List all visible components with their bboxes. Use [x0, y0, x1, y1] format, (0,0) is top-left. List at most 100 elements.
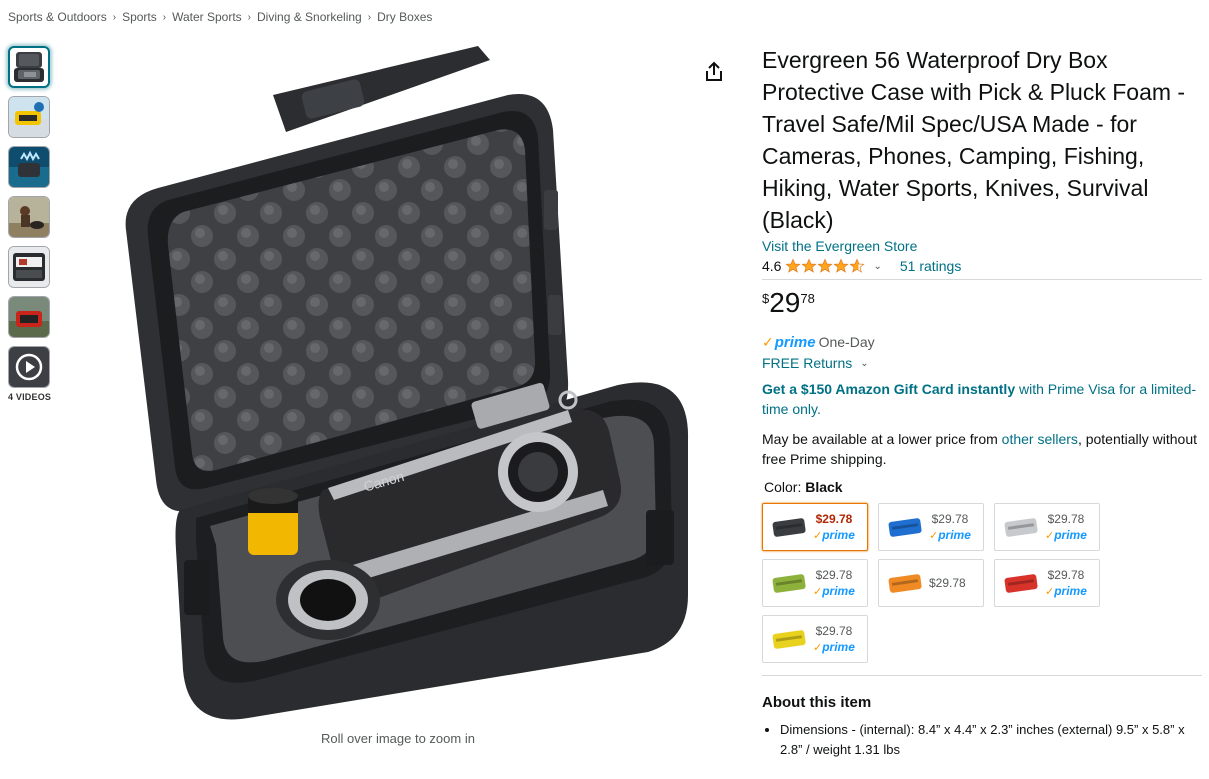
about-bullet: Dimensions - (internal): 8.4” x 4.4” x 2… [780, 720, 1204, 760]
color-swatch-orange[interactable]: $29.78 [878, 559, 984, 607]
color-swatch-red[interactable]: $29.78 ✓prime [994, 559, 1100, 607]
prime-check-icon: ✓ [1045, 530, 1055, 542]
swatch-price: $29.78 [815, 568, 853, 582]
dry-box-case-image: Canon [125, 46, 689, 720]
swatch-price: $29.78 [929, 576, 966, 590]
prime-check-icon: ✓ [813, 530, 823, 542]
store-link[interactable]: Visit the Evergreen Store [762, 238, 1204, 254]
prime-word: prime [1054, 584, 1087, 598]
case-swatch-icon [772, 630, 806, 649]
prime-word: prime [822, 640, 855, 654]
swatch-prime-badge: ✓prime [1045, 584, 1087, 598]
swatch-info: $29.78 ✓prime [1045, 568, 1087, 598]
thumbnail-case-in-water[interactable] [8, 146, 50, 188]
star-icon [801, 258, 817, 273]
product-info: Evergreen 56 Waterproof Dry Box Protecti… [762, 44, 1204, 760]
swatch-info: $29.78 ✓prime [813, 568, 855, 598]
prime-check-icon: ✓ [1045, 586, 1055, 598]
star-icon [785, 258, 801, 273]
rating-value: 4.6 [762, 258, 782, 274]
prime-word: prime [822, 584, 855, 598]
swatch-prime-badge: ✓prime [929, 528, 971, 542]
swatch-prime-badge: ✓prime [813, 528, 855, 542]
prime-suffix: One-Day [818, 334, 875, 350]
color-swatches: $29.78 ✓prime $29.78 ✓prime $29.78 ✓prime $29.… [762, 503, 1204, 663]
chevron-down-icon[interactable]: ⌄ [873, 261, 881, 272]
prime-check-icon: ✓ [813, 642, 823, 654]
breadcrumb-water-sports[interactable]: Water Sports [172, 10, 242, 24]
thumbnail-person-with-dog[interactable] [8, 196, 50, 238]
product-title: Evergreen 56 Waterproof Dry Box Protecti… [762, 47, 1186, 233]
contents-thumbnail-image [9, 247, 49, 287]
thumbnail-case-on-boat[interactable] [8, 96, 50, 138]
prime-logo: ✓ prime [762, 333, 816, 351]
color-swatch-clear[interactable]: $29.78 ✓prime [994, 503, 1100, 551]
color-value: Black [805, 479, 843, 495]
breadcrumb-sports[interactable]: Sports [122, 10, 157, 24]
prime-word: prime [938, 528, 971, 542]
gift-card-offer[interactable]: Get a $150 Amazon Gift Card instantly wi… [762, 379, 1204, 419]
swatch-price: $29.78 [931, 512, 969, 526]
case-swatch-icon [888, 518, 922, 537]
other-sellers-note: May be available at a lower price from o… [762, 431, 1198, 467]
play-icon [9, 347, 49, 387]
breadcrumb-sports-outdoors[interactable]: Sports & Outdoors [8, 10, 107, 24]
breadcrumb-separator: › [112, 11, 117, 23]
breadcrumb-separator: › [162, 11, 167, 23]
water-thumbnail-image [9, 147, 49, 187]
price-fraction: 78 [800, 291, 815, 306]
color-swatch-black[interactable]: $29.78 ✓prime [762, 503, 868, 551]
thumbnail-video[interactable] [8, 346, 50, 388]
case-swatch-icon [1004, 574, 1038, 593]
prime-check-icon: ✓ [762, 333, 774, 350]
swatch-price: $29.78 [1047, 512, 1085, 526]
swatch-price: $29.78 [1047, 568, 1085, 582]
thumbnail-case-open-black[interactable] [8, 46, 50, 88]
price-symbol: $ [762, 291, 770, 306]
case-swatch-icon [1004, 518, 1038, 537]
swatch-info: $29.78 [929, 576, 966, 590]
half-star-icon [849, 258, 865, 273]
swatch-prime-badge: ✓prime [813, 584, 855, 598]
boat-thumbnail-image [9, 97, 49, 137]
other-sellers-link[interactable]: other sellers [1002, 431, 1078, 447]
color-swatch-blue[interactable]: $29.78 ✓prime [878, 503, 984, 551]
swatch-prime-badge: ✓prime [813, 640, 855, 654]
prime-check-icon: ✓ [813, 586, 823, 598]
color-swatch-yellow[interactable]: $29.78 ✓prime [762, 615, 868, 663]
thumbnail-case-red-outdoor[interactable] [8, 296, 50, 338]
swatch-info: $29.78 ✓prime [813, 512, 855, 542]
price-whole: 29 [769, 287, 801, 318]
about-title: About this item [762, 694, 872, 711]
swatch-info: $29.78 ✓prime [813, 624, 855, 654]
videos-count-label: 4 VIDEOS [8, 392, 52, 402]
swatch-prime-badge: ✓prime [1045, 528, 1087, 542]
divider [762, 675, 1202, 676]
thumbnail-gallery: 4 VIDEOS [8, 46, 52, 402]
prime-word: prime [1054, 528, 1087, 542]
case-swatch-icon [772, 574, 806, 593]
dog-thumbnail-image [9, 197, 49, 237]
swatch-info: $29.78 ✓prime [929, 512, 971, 542]
gift-card-offer-bold: Get a $150 Amazon Gift Card instantly [762, 381, 1016, 397]
prime-delivery: ✓ prime One-Day [762, 333, 1204, 351]
breadcrumb-dry-boxes[interactable]: Dry Boxes [377, 10, 432, 24]
prime-check-icon: ✓ [929, 530, 939, 542]
breadcrumb-separator: › [367, 11, 372, 23]
free-returns-link[interactable]: FREE Returns ⌄ [762, 355, 1204, 371]
main-product-image[interactable]: Canon [98, 40, 698, 720]
swatch-price: $29.78 [815, 512, 853, 526]
prime-word: prime [822, 528, 855, 542]
breadcrumb-diving-snorkeling[interactable]: Diving & Snorkeling [257, 10, 362, 24]
thumbnail-case-contents[interactable] [8, 246, 50, 288]
star-rating[interactable] [785, 258, 865, 274]
case-thumbnail-image [14, 52, 44, 82]
price: $ 29 78 [762, 288, 1204, 322]
color-swatch-olive[interactable]: $29.78 ✓prime [762, 559, 868, 607]
share-icon[interactable] [703, 60, 725, 84]
breadcrumb-separator: › [247, 11, 252, 23]
about-bullets: Dimensions - (internal): 8.4” x 4.4” x 2… [762, 720, 1204, 760]
swatch-price: $29.78 [815, 624, 853, 638]
ratings-count-link[interactable]: 51 ratings [900, 258, 961, 274]
star-icon [817, 258, 833, 273]
